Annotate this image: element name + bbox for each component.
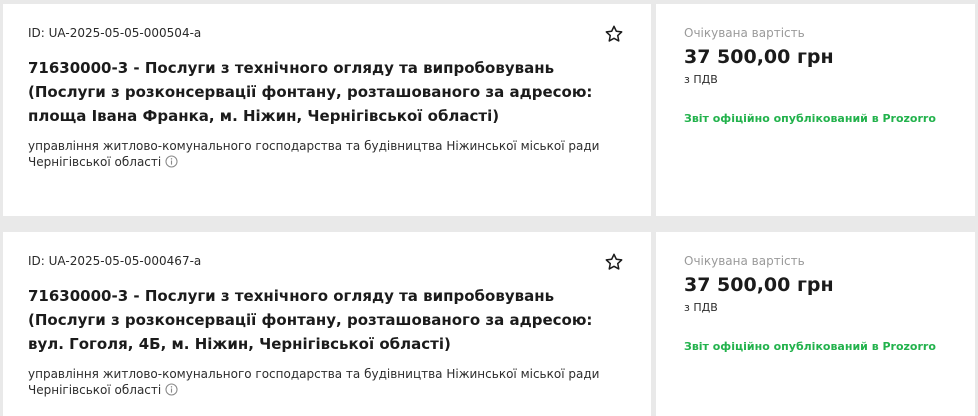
price-label: Очікувана вартість bbox=[684, 26, 805, 40]
tender-title[interactable]: 71630000-3 - Послуги з технічного огляду… bbox=[28, 56, 628, 128]
star-icon[interactable] bbox=[604, 252, 624, 272]
status-text: Звіт офіційно опублікований в Prozorro bbox=[684, 340, 936, 353]
tender-price-panel: Очікувана вартість 37 500,00 грн з ПДВ З… bbox=[656, 232, 975, 416]
vat-label: з ПДВ bbox=[684, 301, 718, 314]
tender-id: ID: UA-2025-05-05-000504-a bbox=[28, 26, 202, 40]
tender-organization: управління житлово-комунального господар… bbox=[28, 366, 628, 398]
star-icon[interactable] bbox=[604, 24, 624, 44]
tender-card: ID: UA-2025-05-05-000467-a 71630000-3 - … bbox=[3, 232, 975, 416]
tender-card: ID: UA-2025-05-05-000504-a 71630000-3 - … bbox=[3, 4, 975, 216]
price-label: Очікувана вартість bbox=[684, 254, 805, 268]
tender-organization: управління житлово-комунального господар… bbox=[28, 138, 628, 170]
info-icon[interactable] bbox=[165, 383, 178, 396]
price-value: 37 500,00 грн bbox=[684, 46, 834, 68]
tender-title[interactable]: 71630000-3 - Послуги з технічного огляду… bbox=[28, 284, 628, 356]
info-icon[interactable] bbox=[165, 155, 178, 168]
status-text: Звіт офіційно опублікований в Prozorro bbox=[684, 112, 936, 125]
tender-main-panel: ID: UA-2025-05-05-000504-a 71630000-3 - … bbox=[3, 4, 651, 216]
tender-main-panel: ID: UA-2025-05-05-000467-a 71630000-3 - … bbox=[3, 232, 651, 416]
organization-name: управління житлово-комунального господар… bbox=[28, 139, 600, 169]
vat-label: з ПДВ bbox=[684, 73, 718, 86]
organization-name: управління житлово-комунального господар… bbox=[28, 367, 600, 397]
tender-price-panel: Очікувана вартість 37 500,00 грн з ПДВ З… bbox=[656, 4, 975, 216]
price-value: 37 500,00 грн bbox=[684, 274, 834, 296]
tender-id: ID: UA-2025-05-05-000467-a bbox=[28, 254, 202, 268]
